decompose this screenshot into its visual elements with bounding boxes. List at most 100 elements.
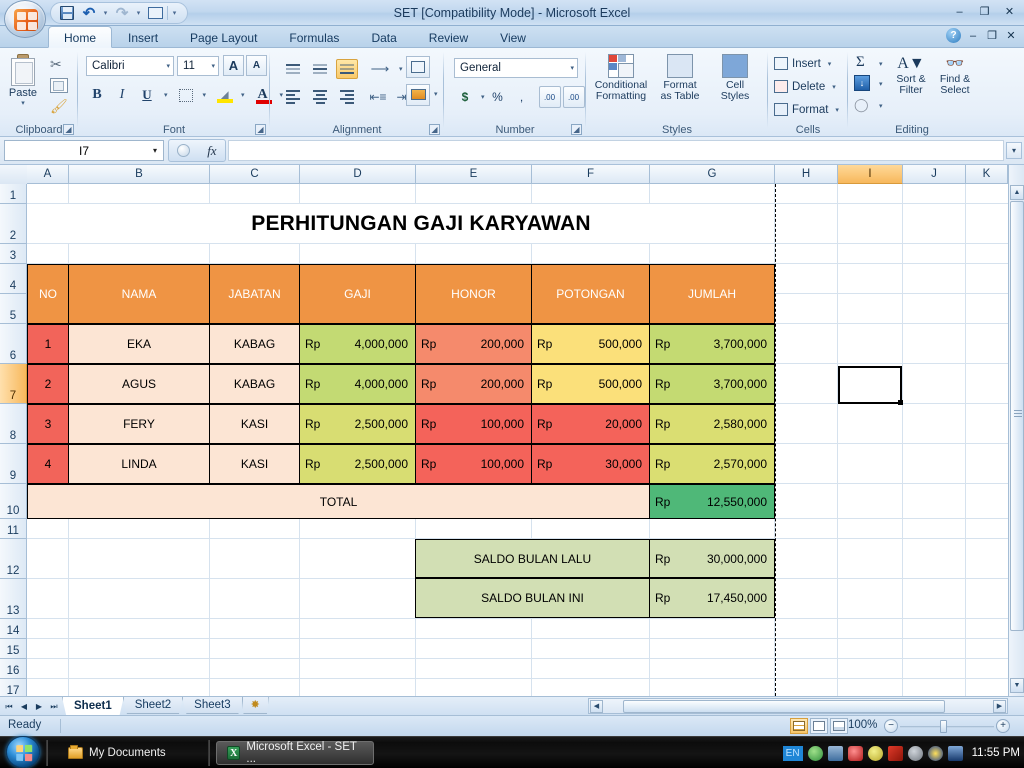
cell-styles-button[interactable]: Cell Styles xyxy=(710,54,760,102)
tab-page-layout[interactable]: Page Layout xyxy=(174,26,273,48)
scroll-right-button[interactable]: ▶ xyxy=(993,700,1006,713)
last-sheet-button[interactable]: ⏭ xyxy=(47,699,61,714)
autosum-button[interactable]: Σ xyxy=(856,54,865,71)
comma-format-button[interactable]: , xyxy=(511,86,533,108)
customize-qat-button[interactable]: ▾ xyxy=(170,9,179,17)
borders-button[interactable] xyxy=(175,84,197,106)
table-row[interactable]: 1 xyxy=(27,324,69,364)
copy-button[interactable] xyxy=(50,78,68,93)
clear-caret[interactable]: ▾ xyxy=(879,102,883,110)
saldo-bulan-ini-label[interactable]: SALDO BULAN INI xyxy=(415,578,650,618)
zoom-level[interactable]: 100% xyxy=(848,719,877,731)
first-sheet-button[interactable]: ⏮ xyxy=(2,699,16,714)
align-middle-button[interactable] xyxy=(309,59,331,79)
fill-caret[interactable]: ▾ xyxy=(879,80,883,88)
row-header-12[interactable]: 12 xyxy=(0,539,27,579)
find-and-select-button[interactable]: 👓 Find & Select xyxy=(934,54,976,96)
row-header-11[interactable]: 11 xyxy=(0,519,27,539)
column-header-f[interactable]: F xyxy=(532,165,650,184)
redo-button[interactable]: ↷ xyxy=(112,4,132,23)
cell-jumlah-3[interactable]: Rp 2,580,000 xyxy=(649,404,775,444)
align-top-button[interactable] xyxy=(282,59,304,79)
orientation-caret[interactable]: ▾ xyxy=(399,65,403,73)
cell-gaji-3[interactable]: Rp 2,500,000 xyxy=(299,404,416,444)
bold-button[interactable]: B xyxy=(86,84,108,106)
zoom-out-button[interactable]: − xyxy=(884,719,898,733)
zoom-slider[interactable]: − + xyxy=(884,719,1010,734)
cell-honor-1[interactable]: Rp 200,000 xyxy=(415,324,532,364)
horizontal-scrollbar[interactable]: ◀ ▶ xyxy=(588,698,1008,714)
workbook-close-button[interactable]: ✕ xyxy=(1004,29,1018,42)
conditional-formatting-button[interactable]: Conditional Formatting xyxy=(592,54,650,102)
minimize-button[interactable]: – xyxy=(949,3,970,20)
tab-view[interactable]: View xyxy=(484,26,542,48)
cell-jumlah-4[interactable]: Rp 2,570,000 xyxy=(649,444,775,484)
vertical-scroll-thumb[interactable] xyxy=(1010,201,1024,631)
page-layout-view-button[interactable] xyxy=(810,718,828,734)
column-header-d[interactable]: D xyxy=(300,165,416,184)
cell-gaji-4[interactable]: Rp 2,500,000 xyxy=(299,444,416,484)
network-icon[interactable] xyxy=(807,745,823,761)
font-name-caret[interactable]: ▾ xyxy=(166,62,170,70)
sort-and-filter-button[interactable]: A▼ Sort & Filter xyxy=(890,54,932,96)
decrease-decimal-button[interactable]: .00 xyxy=(562,86,585,108)
shrink-font-button[interactable]: A xyxy=(246,55,267,76)
insert-worksheet-button[interactable]: ✸ xyxy=(241,697,269,714)
vertical-scrollbar[interactable]: ▲ ▼ xyxy=(1008,165,1024,696)
format-as-table-button[interactable]: Format as Table xyxy=(652,54,708,102)
tab-formulas[interactable]: Formulas xyxy=(273,26,355,48)
alignment-dialog-launcher[interactable]: ◢ xyxy=(429,124,440,135)
sheet-tab-sheet3[interactable]: Sheet3 xyxy=(182,697,243,714)
undo-button[interactable]: ↶ xyxy=(79,4,99,23)
language-indicator[interactable]: EN xyxy=(782,745,803,761)
display-icon[interactable] xyxy=(827,745,843,761)
cell-gaji-1[interactable]: Rp 4,000,000 xyxy=(299,324,416,364)
cell-nama-4[interactable]: LINDA xyxy=(68,444,210,484)
row-header-3[interactable]: 3 xyxy=(0,244,27,264)
borders-caret[interactable]: ▾ xyxy=(203,91,207,99)
tab-data[interactable]: Data xyxy=(355,26,412,48)
zoom-in-button[interactable]: + xyxy=(996,719,1010,733)
fill-color-button[interactable]: ◢ xyxy=(213,84,235,106)
table-row[interactable]: 4 xyxy=(27,444,69,484)
table-header-no[interactable]: NO xyxy=(27,264,69,324)
row-header-5[interactable]: 5 xyxy=(0,294,27,324)
active-cell-selection[interactable] xyxy=(838,366,903,405)
monitor-icon[interactable] xyxy=(947,745,963,761)
row-header-9[interactable]: 9 xyxy=(0,444,27,484)
workbook-restore-button[interactable]: ❐ xyxy=(985,29,999,42)
number-format-caret[interactable]: ▾ xyxy=(570,64,574,72)
autosum-caret[interactable]: ▾ xyxy=(879,60,883,68)
clipboard-dialog-launcher[interactable]: ◢ xyxy=(63,124,74,135)
tab-review[interactable]: Review xyxy=(413,26,484,48)
accounting-format-button[interactable]: $ xyxy=(454,86,476,108)
name-box[interactable]: I7 ▾ xyxy=(4,140,164,161)
merge-and-center-button[interactable] xyxy=(406,84,430,106)
table-row[interactable]: 3 xyxy=(27,404,69,444)
scroll-left-button[interactable]: ◀ xyxy=(590,700,603,713)
font-size-input[interactable]: 11 ▾ xyxy=(177,56,219,76)
cell-jabatan-3[interactable]: KASI xyxy=(209,404,300,444)
cell-jabatan-2[interactable]: KABAG xyxy=(209,364,300,404)
paste-caret[interactable]: ▾ xyxy=(21,99,25,107)
volume-icon[interactable] xyxy=(907,745,923,761)
undo-dropdown-caret[interactable]: ▾ xyxy=(101,9,110,17)
column-header-c[interactable]: C xyxy=(210,165,300,184)
tab-insert[interactable]: Insert xyxy=(112,26,174,48)
format-caret[interactable]: ▾ xyxy=(835,106,839,114)
previous-sheet-button[interactable]: ◀ xyxy=(17,699,31,714)
redo-dropdown-caret[interactable]: ▾ xyxy=(134,9,143,17)
row-header-13[interactable]: 13 xyxy=(0,579,27,619)
font-size-caret[interactable]: ▾ xyxy=(211,62,215,70)
row-header-10[interactable]: 10 xyxy=(0,484,27,519)
cell-gaji-2[interactable]: Rp 4,000,000 xyxy=(299,364,416,404)
cancel-enter-icon[interactable] xyxy=(177,144,191,157)
row-header-2[interactable]: 2 xyxy=(0,204,27,244)
table-header-jabatan[interactable]: JABATAN xyxy=(209,264,300,324)
cell-jumlah-2[interactable]: Rp 3,700,000 xyxy=(649,364,775,404)
restore-button[interactable]: ❐ xyxy=(974,3,995,20)
cell-jumlah-1[interactable]: Rp 3,700,000 xyxy=(649,324,775,364)
orientation-button[interactable]: ⟶ xyxy=(369,58,391,80)
saldo-bulan-ini-value-cell[interactable]: Rp 17,450,000 xyxy=(649,578,775,618)
column-header-h[interactable]: H xyxy=(775,165,838,184)
